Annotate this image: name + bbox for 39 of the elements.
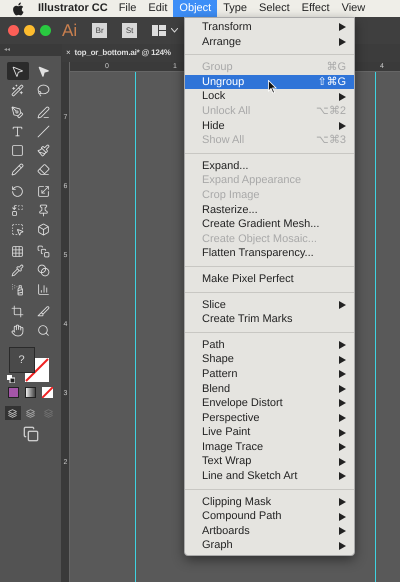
menu-item-label: Path (202, 338, 225, 353)
menu-item-label: Transform (202, 20, 252, 36)
menu-item-label: Ungroup (202, 74, 244, 90)
menu-item-label: Create Trim Marks (202, 312, 292, 328)
menu-item-label: Line and Sketch Art (202, 469, 298, 484)
menu-item-label: Compound Path (202, 509, 282, 524)
menu-item-label: Expand... (202, 158, 248, 174)
app-logo: Ai (62, 20, 78, 42)
menu-item-shortcut: ⌥⌘3 (316, 133, 346, 148)
menu-item-label: Live Paint (202, 425, 250, 440)
menu-item-label: Pattern (202, 366, 238, 382)
menu-item-label: Graph (202, 538, 233, 554)
menu-item-label: Clipping Mask (202, 494, 272, 510)
menu-item-label: Arrange (202, 34, 242, 50)
menu-item-label: Rasterize... (202, 202, 258, 218)
menu-item-label: Artboards (202, 524, 250, 539)
menu-item-label: Text Wrap (202, 454, 252, 470)
menu-item-label: Expand Appearance (202, 173, 302, 188)
document-title: top_or_bottom.ai* @ 124% (74, 47, 171, 59)
menu-item-label: Lock (202, 89, 226, 104)
menu-item-label: Crop Image (202, 188, 260, 203)
menu-item-label: Perspective (202, 410, 260, 426)
menu-item-label: Group (202, 60, 233, 76)
menu-item-label: Slice (202, 298, 226, 313)
menu-item-label: Blend (202, 382, 230, 397)
menu-item-label: Create Object Mosaic... (202, 232, 317, 247)
menu-item-label: Show All (202, 133, 244, 148)
menu-item-label: Image Trace (202, 440, 264, 455)
menu-item-shortcut: ⇧⌘G (317, 74, 346, 90)
menu-item-label: Flatten Transparency... (202, 246, 314, 262)
menu-item-label: Shape (202, 352, 234, 368)
menu-item-label: Unlock All (202, 104, 250, 120)
menu-item-label: Envelope Distort (202, 396, 283, 412)
menu-item-shortcut: ⌘G (326, 60, 346, 76)
menu-item-label: Hide (202, 118, 225, 134)
menu-item-label: Create Gradient Mesh... (202, 217, 320, 232)
menu-item-shortcut: ⌥⌘2 (316, 104, 346, 120)
menu-item-label: Make Pixel Perfect (202, 272, 294, 287)
fill-unknown-label: ? (18, 352, 25, 368)
